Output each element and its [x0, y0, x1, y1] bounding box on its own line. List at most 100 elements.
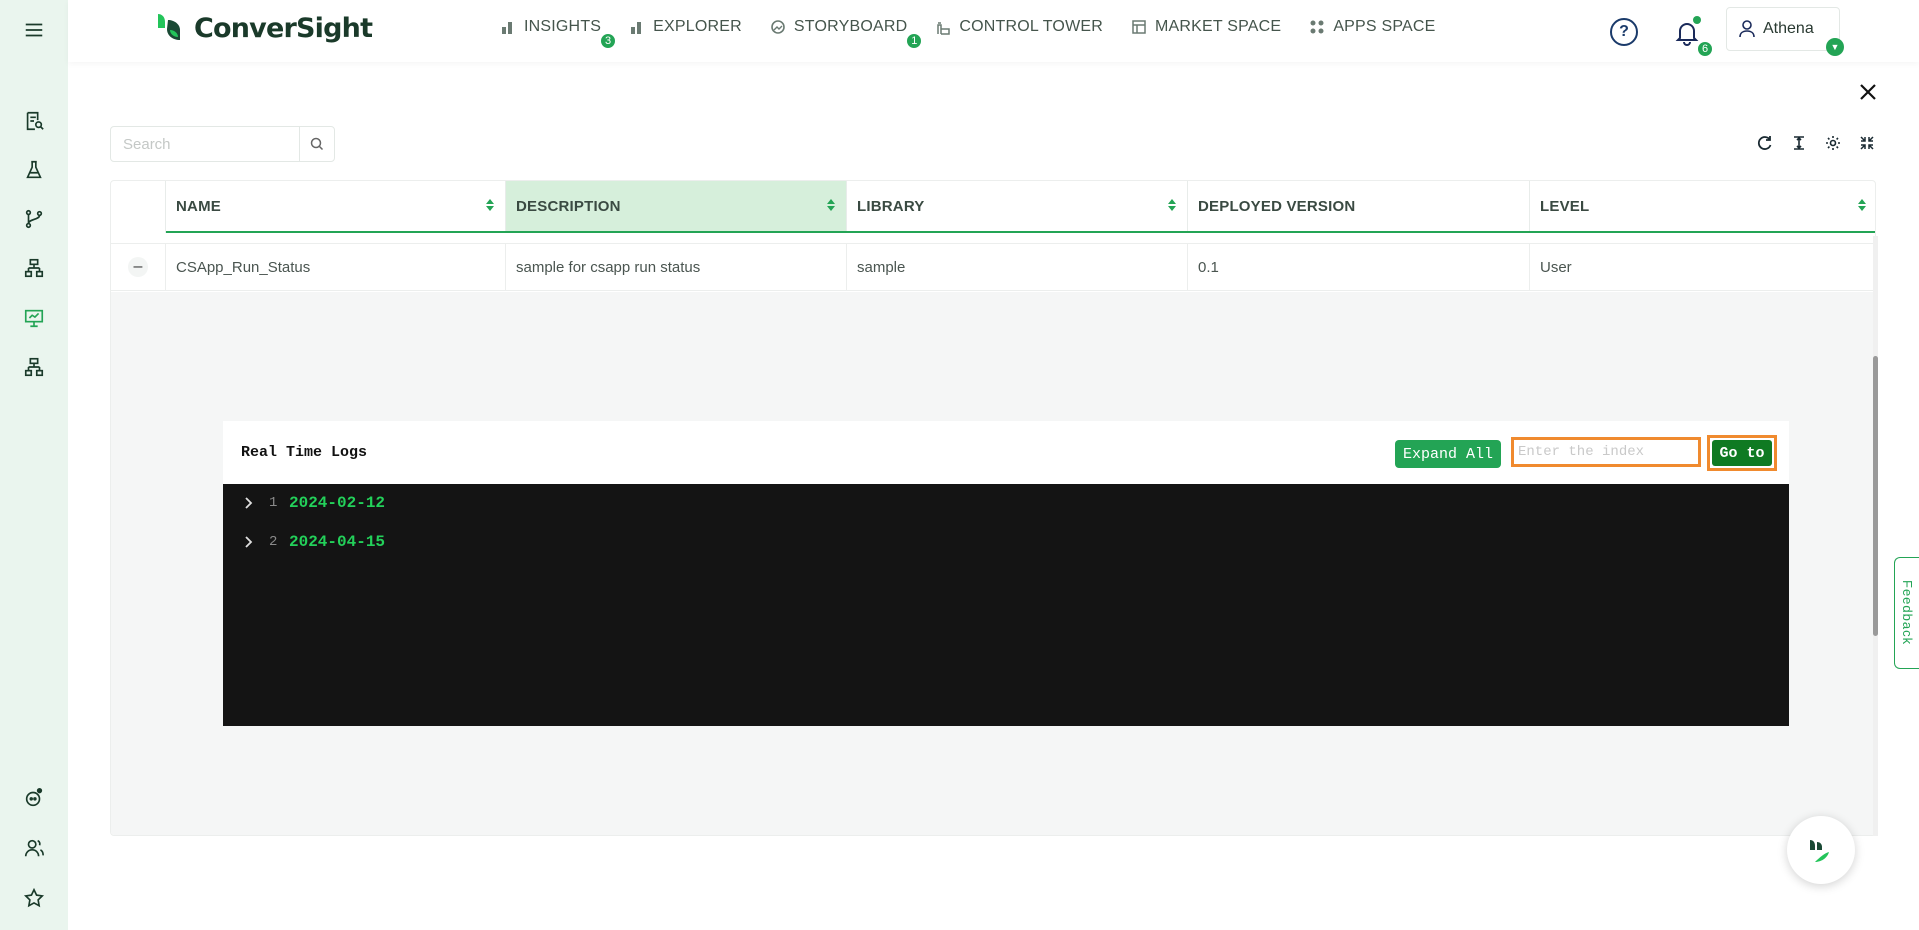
- user-menu[interactable]: Athena: [1726, 7, 1840, 51]
- nav-control-tower[interactable]: CONTROL TOWER: [935, 18, 1103, 36]
- logs-console: 1 2024-02-12 2 2024-04-15: [223, 484, 1789, 726]
- column-header-label: DESCRIPTION: [516, 197, 621, 215]
- chevron-right-icon[interactable]: [243, 497, 255, 509]
- cell-description: sample for csapp run status: [506, 244, 847, 290]
- users-icon[interactable]: [22, 836, 46, 860]
- logs-title: Real Time Logs: [241, 444, 368, 461]
- report-search-icon[interactable]: [22, 109, 46, 133]
- feedback-tab[interactable]: Feedback: [1894, 557, 1919, 669]
- star-icon[interactable]: [22, 886, 46, 910]
- sort-icon[interactable]: [1167, 198, 1177, 212]
- table-header-spacer: [111, 181, 166, 233]
- nav-apps-space-label: APPS SPACE: [1333, 18, 1436, 35]
- chevron-down-icon[interactable]: ▼: [1826, 38, 1844, 56]
- conversight-logo[interactable]: ConverSight: [152, 10, 373, 46]
- user-name: Athena: [1763, 20, 1814, 37]
- storyboard-icon: [771, 20, 785, 34]
- insights-badge: 3: [599, 32, 618, 50]
- notification-badge: 6: [1696, 40, 1714, 58]
- goto-button[interactable]: Go to: [1712, 440, 1772, 466]
- logs-header: Real Time Logs Expand All Go to: [223, 421, 1789, 484]
- presentation-icon[interactable]: [22, 306, 46, 330]
- logo-mark-icon: [158, 14, 180, 40]
- collapse-icon[interactable]: [1858, 134, 1876, 152]
- search-icon: [310, 137, 324, 151]
- column-header-name[interactable]: NAME: [166, 181, 506, 231]
- sort-icon[interactable]: [485, 198, 495, 212]
- column-header-label: LEVEL: [1540, 197, 1590, 215]
- nav-insights-label: INSIGHTS: [524, 18, 602, 35]
- help-icon[interactable]: ?: [1610, 18, 1638, 46]
- table-row[interactable]: – CSApp_Run_Status sample for csapp run …: [111, 243, 1875, 291]
- nav-insights[interactable]: INSIGHTS 3: [500, 18, 618, 50]
- user-icon: [1739, 20, 1755, 38]
- search-button[interactable]: [299, 127, 334, 161]
- close-icon[interactable]: [1856, 80, 1880, 104]
- collapse-row-button[interactable]: –: [128, 257, 148, 277]
- refresh-icon[interactable]: [1756, 134, 1774, 152]
- hamburger-menu-icon[interactable]: [22, 18, 46, 42]
- left-sidebar: [0, 0, 68, 930]
- log-index: 2: [269, 534, 278, 550]
- column-header-label: DEPLOYED VERSION: [1198, 197, 1356, 215]
- cell-deployed-version: 0.1: [1188, 244, 1530, 290]
- column-header-description[interactable]: DESCRIPTION: [506, 181, 847, 231]
- log-entry[interactable]: 1 2024-02-12: [243, 494, 385, 512]
- cell-level: User: [1540, 258, 1572, 276]
- nav-storyboard[interactable]: STORYBOARD 1: [770, 18, 924, 50]
- storyboard-badge: 1: [905, 32, 924, 50]
- index-input[interactable]: [1511, 437, 1701, 467]
- log-entry[interactable]: 2 2024-04-15: [243, 533, 385, 551]
- apps-table: NAME DESCRIPTION LIBRARY DEPLOYED VERSIO…: [110, 180, 1876, 836]
- market-icon: [1132, 20, 1146, 34]
- expand-all-button[interactable]: Expand All: [1395, 440, 1501, 468]
- branch-icon[interactable]: [22, 207, 46, 231]
- cell-name: CSApp_Run_Status: [166, 244, 506, 290]
- log-index: 1: [269, 495, 278, 511]
- column-header-level[interactable]: LEVEL: [1530, 181, 1875, 231]
- scrollbar-thumb[interactable]: [1873, 356, 1878, 636]
- hierarchy-icon[interactable]: [22, 256, 46, 280]
- table-toolbar: [1756, 134, 1876, 152]
- tower-icon: [937, 22, 951, 35]
- bar-chart-icon: [502, 22, 512, 34]
- search-input[interactable]: [111, 127, 299, 161]
- nav-explorer[interactable]: EXPLORER: [629, 18, 742, 36]
- feedback-label: Feedback: [1900, 580, 1915, 646]
- cell-library: sample: [847, 244, 1188, 290]
- chat-assistant-button[interactable]: [1787, 816, 1855, 884]
- table-header: NAME DESCRIPTION LIBRARY DEPLOYED VERSIO…: [166, 181, 1875, 233]
- search-box: [110, 126, 335, 162]
- sort-icon[interactable]: [826, 198, 836, 212]
- nav-explorer-label: EXPLORER: [653, 18, 742, 35]
- chevron-right-icon[interactable]: [243, 536, 255, 548]
- top-bar: ConverSight INSIGHTS 3 EXPLORER STORYBOA…: [68, 0, 1919, 62]
- real-time-logs-panel: Real Time Logs Expand All Go to 1 2024-0…: [223, 421, 1789, 726]
- flask-icon[interactable]: [22, 158, 46, 182]
- chat-logo-icon: [1810, 840, 1829, 862]
- nav-apps-space[interactable]: APPS SPACE: [1309, 18, 1435, 36]
- nav-control-tower-label: CONTROL TOWER: [959, 18, 1104, 35]
- nav-market-space[interactable]: MARKET SPACE: [1131, 18, 1281, 36]
- gear-icon[interactable]: [1824, 134, 1842, 152]
- main-nav: INSIGHTS 3 EXPLORER STORYBOARD 1 CONTROL…: [500, 18, 1436, 50]
- notification-dot: [1693, 16, 1701, 24]
- log-date: 2024-02-12: [289, 494, 386, 512]
- column-header-deployed-version[interactable]: DEPLOYED VERSION: [1188, 181, 1530, 231]
- nav-market-space-label: MARKET SPACE: [1155, 18, 1282, 35]
- table-scrollbar[interactable]: [1873, 236, 1878, 836]
- grid-icon: [1310, 20, 1324, 34]
- goto-button-highlight: Go to: [1707, 435, 1777, 471]
- assistant-icon[interactable]: [22, 786, 46, 810]
- column-header-library[interactable]: LIBRARY: [847, 181, 1188, 231]
- row-toggle-cell: –: [111, 244, 166, 290]
- column-header-label: NAME: [176, 197, 221, 215]
- column-header-label: LIBRARY: [857, 197, 925, 215]
- text-height-icon[interactable]: [1790, 134, 1808, 152]
- app-name: ConverSight: [194, 12, 373, 44]
- sort-icon[interactable]: [1857, 198, 1867, 212]
- bar-chart-icon: [631, 22, 642, 34]
- nav-storyboard-label: STORYBOARD: [793, 18, 908, 35]
- org-chart-icon[interactable]: [22, 355, 46, 379]
- log-date: 2024-04-15: [289, 533, 386, 551]
